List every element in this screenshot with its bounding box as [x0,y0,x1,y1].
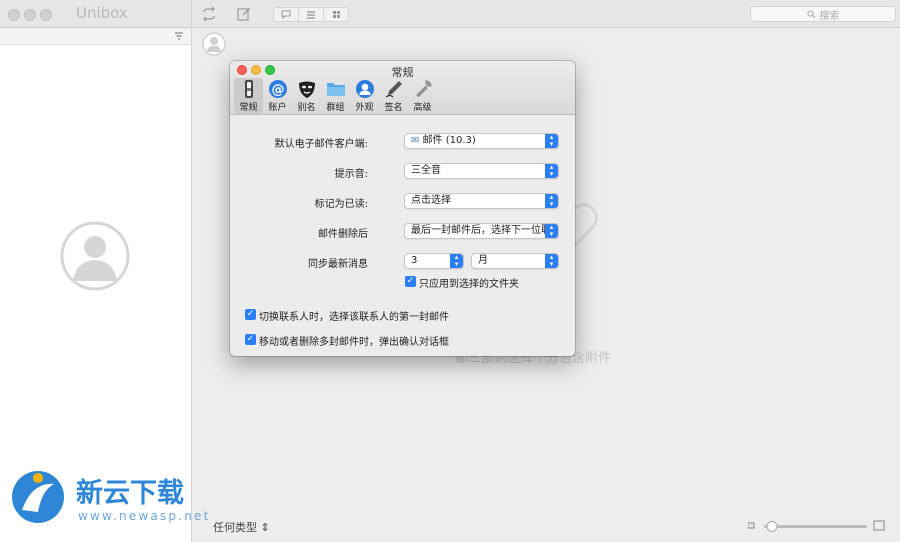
tab-appearance[interactable]: 外观 [350,78,379,114]
type-filter-popup[interactable]: 任何类型 ⇕ [213,519,270,535]
tab-label: 外观 [355,103,374,113]
after-delete-value: 最后一封邮件后，选择下一位联... [411,225,559,236]
sound-select[interactable]: 三全音 ▴ ▾ [404,163,559,179]
search-field[interactable]: 搜索 [750,6,896,22]
contact-avatar-placeholder [60,221,130,294]
tab-general[interactable]: 常规 [234,78,263,114]
sync-row: 同步最新消息 3 ▴ ▾ 月 ▴ ▾ [230,253,575,270]
apply-selected-label: 只应用到选择的文件夹 [419,279,519,290]
person-icon [355,80,374,98]
tab-label: 常规 [239,103,258,113]
default-client-value: 邮件 (10.3) [422,135,476,146]
tab-advanced[interactable]: 高级 [408,78,437,114]
chevron-updown-icon: ▴ ▾ [545,254,558,268]
tab-signature[interactable]: 签名 [379,78,408,114]
sync-count-select[interactable]: 3 ▴ ▾ [404,253,464,269]
default-client-label: 默认电子邮件客户端: [274,139,368,150]
chevron-updown-icon: ▴ ▾ [545,194,558,208]
tab-accounts[interactable]: @ 账户 [263,78,292,114]
tab-label: 别名 [297,103,316,113]
mark-read-label: 标记为已读: [314,199,368,210]
pen-icon [385,81,402,98]
switch-icon [244,80,253,98]
view-list-icon[interactable] [299,8,324,21]
default-client-select[interactable]: ✉ 邮件 (10.3) ▴ ▾ [404,133,559,149]
watermark-logo: 新云下载 www.newasp.net [10,468,220,530]
svg-text:@: @ [271,83,284,98]
after-delete-label: 邮件删除后 [318,229,368,240]
sidebar-header [0,29,191,45]
wrench-icon [415,80,432,98]
after-delete-row: 邮件删除后 最后一封邮件后，选择下一位联... ▴ ▾ [230,223,575,240]
sound-value: 三全音 [411,165,441,176]
confirm-move-label: 移动或者删除多封邮件时，弹出确认对话框 [259,337,449,348]
sync-unit-value: 月 [478,255,488,266]
tab-label: 签名 [384,103,403,113]
search-placeholder: 搜索 [819,10,840,22]
mark-read-select[interactable]: 点击选择 ▴ ▾ [404,193,559,209]
mark-read-value: 点击选择 [411,195,451,206]
switch-contact-label: 切换联系人时，选择该联系人的第一封邮件 [259,312,449,323]
sync-count-value: 3 [411,255,418,266]
search-icon [806,9,815,18]
minimize-button[interactable] [24,9,36,21]
at-icon: @ [268,80,287,98]
default-client-row: 默认电子邮件客户端: ✉ 邮件 (10.3) ▴ ▾ [230,133,575,150]
sync-unit-select[interactable]: 月 ▴ ▾ [471,253,559,269]
apply-selected-checkbox[interactable]: ✓ [405,276,416,287]
sound-row: 提示音: 三全音 ▴ ▾ [230,163,575,180]
tab-aliases[interactable]: 别名 [292,78,321,114]
sender-avatar[interactable] [202,32,226,59]
sync-label: 同步最新消息 [308,259,368,270]
refresh-icon[interactable] [201,6,217,25]
sound-label: 提示音: [334,169,368,180]
mark-read-row: 标记为已读: 点击选择 ▴ ▾ [230,193,575,210]
chevron-updown-icon: ▴ ▾ [545,164,558,178]
folder-icon [326,83,345,96]
zoom-slider[interactable] [747,520,888,532]
after-delete-select[interactable]: 最后一封邮件后，选择下一位联... ▴ ▾ [404,223,559,239]
confirm-move-checkbox[interactable]: ✓ [245,334,256,345]
filter-icon[interactable] [174,31,184,44]
watermark-url: www.newasp.net [78,509,211,523]
tab-label: 账户 [268,103,287,113]
watermark-brand: 新云下载 [76,477,184,509]
view-bubble-icon[interactable] [274,8,299,21]
window-titlebar: Unibox 搜索 [0,0,900,28]
zoom-button[interactable] [40,9,52,21]
switch-contact-checkbox[interactable]: ✓ [245,309,256,320]
view-mode-segmented [273,7,349,22]
chevron-updown-icon: ▴ ▾ [450,254,463,268]
mask-icon [298,81,315,98]
preferences-toolbar: 常规 常规 @ 账户 别名 群组 外观 签名 高级 [230,61,575,115]
tab-groups[interactable]: 群组 [321,78,350,114]
view-grid-icon[interactable] [324,8,348,21]
app-title: Unibox [76,4,128,22]
tab-label: 群组 [326,103,345,113]
chevron-updown-icon: ▴ ▾ [545,224,558,238]
chevron-updown-icon: ▴ ▾ [545,134,558,148]
compose-icon[interactable] [236,6,252,25]
close-button[interactable] [8,9,20,21]
tab-label: 高级 [413,103,432,113]
preferences-window: 常规 常规 @ 账户 别名 群组 外观 签名 高级 默认电子邮件客户端: ✉ 邮… [230,61,575,356]
